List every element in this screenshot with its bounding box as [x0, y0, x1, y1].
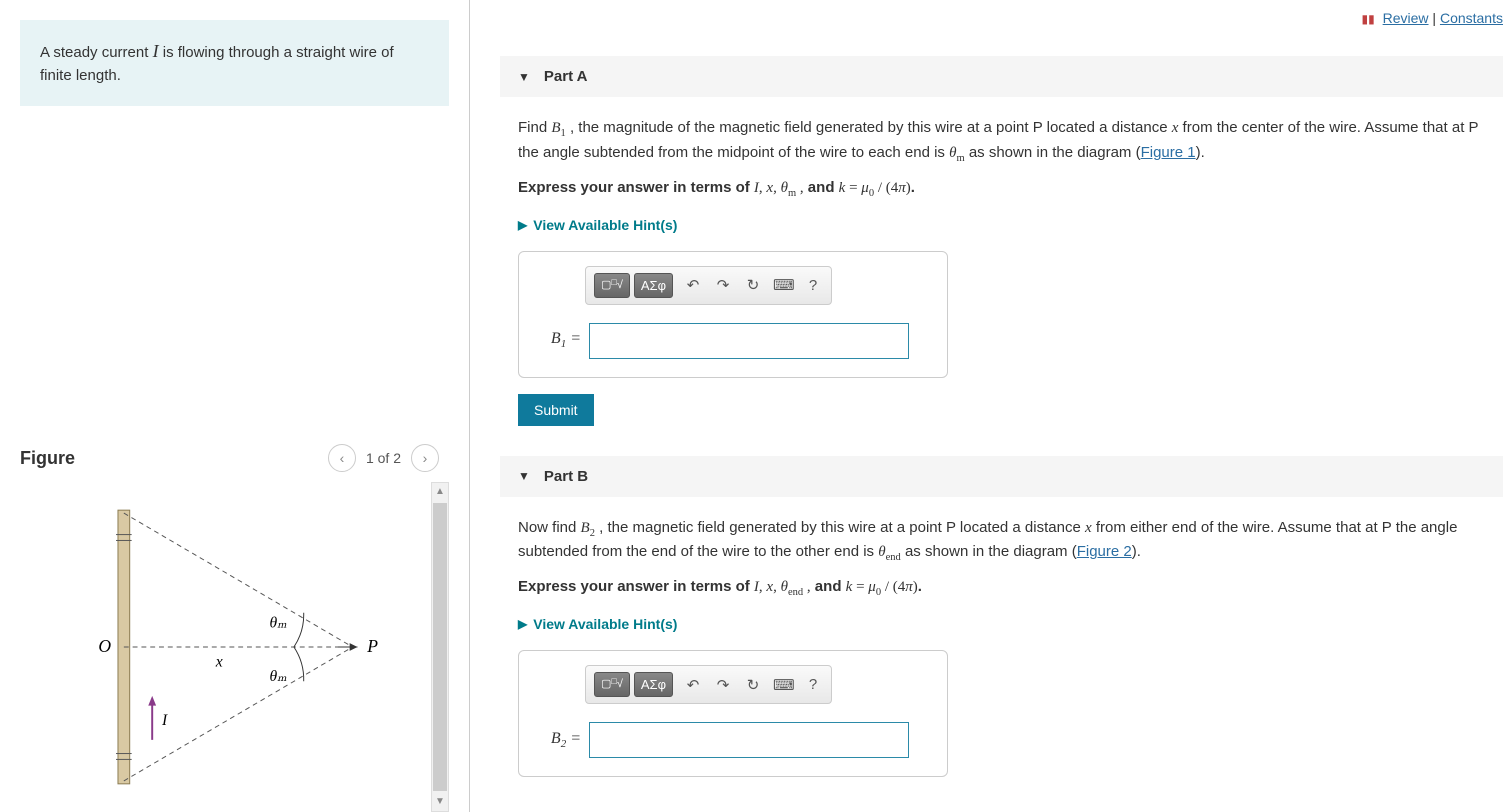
- scroll-up-icon[interactable]: ▲: [435, 483, 445, 501]
- part-a-answer-input[interactable]: [589, 323, 909, 359]
- caret-right-icon: ▶: [518, 617, 527, 631]
- figure-scrollbar[interactable]: ▲ ▼: [431, 482, 449, 812]
- part-a-submit-button[interactable]: Submit: [518, 394, 594, 426]
- label-theta-bot: θₘ: [269, 668, 287, 685]
- help-icon[interactable]: ?: [803, 676, 823, 693]
- part-b-title: Part B: [544, 468, 588, 485]
- figure-header: Figure ‹ 1 of 2 ›: [20, 444, 449, 472]
- redo-icon[interactable]: ↷: [713, 676, 733, 694]
- reset-icon[interactable]: ↻: [743, 276, 763, 294]
- part-b-text: Now find B2 , the magnetic field generat…: [518, 517, 1503, 567]
- caret-right-icon: ▶: [518, 218, 527, 232]
- left-panel: A steady current I is flowing through a …: [0, 0, 470, 812]
- equation-toolbar-b: ▢□√ ΑΣφ ↶ ↷ ↻ ⌨ ?: [585, 665, 832, 704]
- greek-button[interactable]: ΑΣφ: [634, 273, 673, 298]
- equation-toolbar: ▢□√ ΑΣφ ↶ ↷ ↻ ⌨ ?: [585, 266, 832, 305]
- part-a-text: Find B1 , the magnitude of the magnetic …: [518, 117, 1503, 167]
- figure-prev-button[interactable]: ‹: [328, 444, 356, 472]
- greek-button[interactable]: ΑΣφ: [634, 672, 673, 697]
- part-a-header[interactable]: ▼ Part A: [500, 56, 1503, 97]
- label-x: x: [215, 654, 223, 671]
- figure2-link[interactable]: Figure 2: [1077, 543, 1132, 560]
- part-b-header[interactable]: ▼ Part B: [500, 456, 1503, 497]
- figure-next-button[interactable]: ›: [411, 444, 439, 472]
- part-b-answer-label: B2 =: [533, 730, 581, 750]
- problem-statement: A steady current I is flowing through a …: [20, 20, 449, 106]
- part-a-hints[interactable]: ▶ View Available Hint(s): [518, 217, 1503, 233]
- figure1-link[interactable]: Figure 1: [1141, 144, 1196, 161]
- figure-section: Figure ‹ 1 of 2 ›: [20, 444, 449, 812]
- part-a-answer-label: B1 =: [533, 330, 581, 350]
- figure-title: Figure: [20, 448, 75, 469]
- part-b-answer-box: ▢□√ ΑΣφ ↶ ↷ ↻ ⌨ ? B2 =: [518, 650, 948, 777]
- part-a-body: Find B1 , the magnitude of the magnetic …: [500, 97, 1503, 456]
- redo-icon[interactable]: ↷: [713, 276, 733, 294]
- app-root: A steady current I is flowing through a …: [0, 0, 1511, 812]
- keyboard-icon[interactable]: ⌨: [773, 676, 793, 694]
- reset-icon[interactable]: ↻: [743, 676, 763, 694]
- part-a-express: Express your answer in terms of I, x, θm…: [518, 179, 1503, 199]
- templates-button[interactable]: ▢□√: [594, 273, 630, 298]
- part-a-answer-box: ▢□√ ΑΣφ ↶ ↷ ↻ ⌨ ? B1 =: [518, 251, 948, 378]
- label-I: I: [161, 712, 168, 729]
- review-link[interactable]: Review: [1383, 10, 1429, 26]
- book-icon: ▮▮: [1362, 12, 1375, 26]
- undo-icon[interactable]: ↶: [683, 676, 703, 694]
- part-a-answer-row: B1 =: [533, 323, 933, 359]
- figure-body: O x P θₘ θₘ I ▲ ▼: [20, 482, 449, 812]
- part-b-hints[interactable]: ▶ View Available Hint(s): [518, 616, 1503, 632]
- keyboard-icon[interactable]: ⌨: [773, 276, 793, 294]
- figure-page-label: 1 of 2: [366, 450, 401, 466]
- label-theta-top: θₘ: [269, 614, 287, 631]
- part-b-express: Express your answer in terms of I, x, θe…: [518, 578, 1503, 598]
- scroll-thumb[interactable]: [433, 503, 447, 791]
- part-b-answer-row: B2 =: [533, 722, 933, 758]
- label-P: P: [366, 636, 378, 656]
- part-b-answer-input[interactable]: [589, 722, 909, 758]
- scroll-down-icon[interactable]: ▼: [435, 793, 445, 811]
- caret-down-icon: ▼: [518, 70, 530, 84]
- label-O: O: [98, 636, 111, 656]
- constants-link[interactable]: Constants: [1440, 10, 1503, 26]
- templates-button[interactable]: ▢□√: [594, 672, 630, 697]
- part-b-body: Now find B2 , the magnetic field generat…: [500, 497, 1503, 808]
- undo-icon[interactable]: ↶: [683, 276, 703, 294]
- top-links: ▮▮ Review | Constants: [500, 10, 1503, 26]
- right-panel: ▮▮ Review | Constants ▼ Part A Find B1 ,…: [470, 0, 1511, 812]
- part-a-title: Part A: [544, 68, 588, 85]
- figure-image: O x P θₘ θₘ I: [20, 482, 431, 812]
- caret-down-icon: ▼: [518, 469, 530, 483]
- help-icon[interactable]: ?: [803, 277, 823, 294]
- figure-pager: ‹ 1 of 2 ›: [328, 444, 439, 472]
